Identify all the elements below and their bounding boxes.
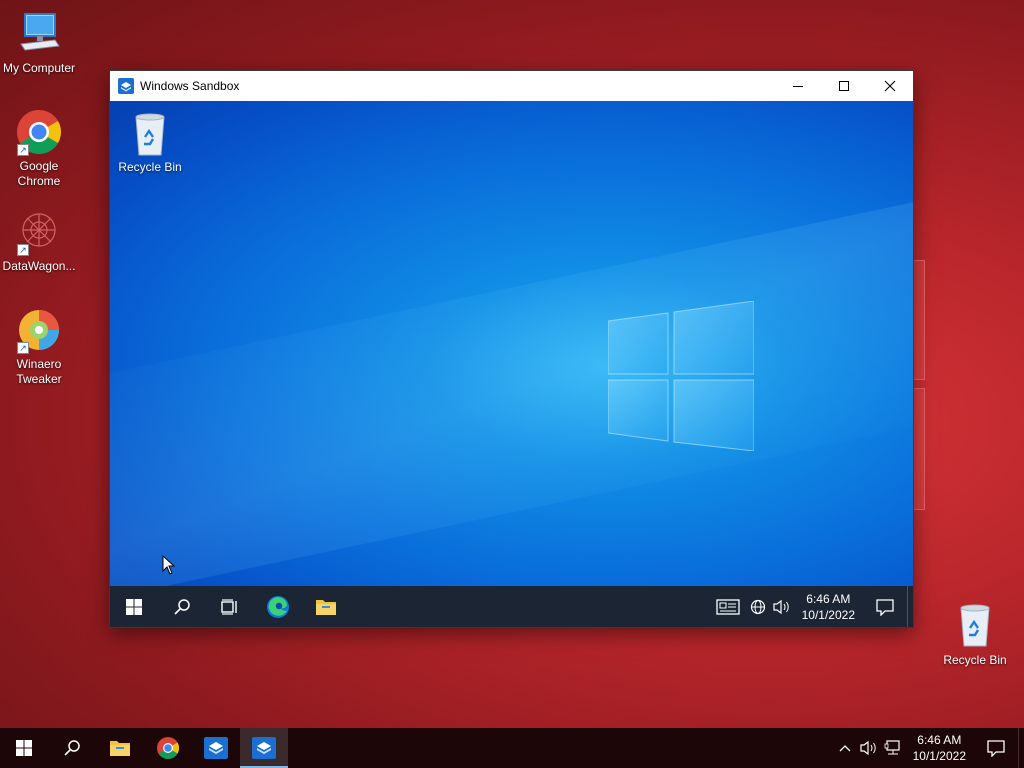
sandbox-icon: [252, 737, 276, 759]
search-icon: [174, 598, 190, 615]
datawagon-icon: ↗: [15, 208, 63, 256]
host-taskbar: 6:46 AM 10/1/2022: [0, 727, 1024, 768]
sandbox-system-tray: 6:46 AM 10/1/2022: [710, 586, 913, 627]
notifications-button[interactable]: [974, 728, 1018, 768]
sandbox-volume-button[interactable]: [770, 586, 794, 627]
winaero-tweaker-icon: ↗: [15, 306, 63, 354]
sandbox-taskbar: 6:46 AM 10/1/2022: [110, 586, 913, 627]
window-glow-panel: [913, 388, 925, 510]
start-icon: [126, 598, 142, 615]
volume-icon: [860, 740, 876, 756]
chrome-button[interactable]: [144, 728, 192, 768]
sandbox-file-explorer-button[interactable]: [302, 586, 350, 627]
sandbox-edge-button[interactable]: [254, 586, 302, 627]
sandbox-task-view-button[interactable]: [206, 586, 254, 627]
sandbox-news-button[interactable]: [710, 586, 746, 627]
sandbox-pinned-button[interactable]: [192, 728, 240, 768]
show-hidden-icons-button[interactable]: [833, 728, 857, 768]
wallpaper-light-beam: [110, 189, 913, 586]
sandbox-app-icon: [118, 78, 134, 94]
chevron-up-icon: [839, 745, 851, 752]
sandbox-desktop-icon-recycle-bin[interactable]: Recycle Bin: [115, 111, 185, 174]
recycle-bin-icon: [135, 113, 165, 156]
clock-date: 10/1/2022: [801, 607, 855, 622]
clock-time: 6:46 AM: [806, 591, 851, 606]
sandbox-show-desktop-button[interactable]: [907, 586, 913, 627]
desktop-icon-datawagon[interactable]: ↗ DataWagon...: [0, 208, 78, 274]
desktop-icon-label: Recycle Bin: [943, 653, 1007, 667]
notification-icon: [876, 598, 894, 616]
sandbox-network-button[interactable]: [746, 586, 770, 627]
volume-button[interactable]: [857, 728, 881, 768]
computer-icon: [15, 10, 63, 58]
sandbox-running-button[interactable]: [240, 728, 288, 768]
notification-icon: [987, 740, 1005, 757]
clock-date: 10/1/2022: [912, 749, 966, 763]
shortcut-arrow-icon: ↗: [17, 342, 29, 354]
edge-icon: [267, 595, 289, 618]
recycle-bin-icon: [951, 602, 999, 650]
mouse-cursor-icon: [162, 555, 176, 575]
desktop-icon-label: My Computer: [2, 61, 76, 75]
network-button[interactable]: [881, 728, 905, 768]
chrome-icon: ↗: [15, 108, 63, 156]
windows-logo-wallpaper: [608, 301, 754, 451]
close-button[interactable]: [867, 71, 913, 101]
show-desktop-button[interactable]: [1018, 727, 1024, 768]
sandbox-notifications-button[interactable]: [863, 586, 907, 627]
close-icon: [884, 80, 896, 92]
task-view-icon: [221, 598, 237, 615]
shortcut-arrow-icon: ↗: [17, 144, 29, 156]
news-icon: [715, 598, 740, 615]
sandbox-desktop[interactable]: Recycle Bin: [110, 101, 913, 586]
sandbox-icon: [204, 737, 228, 759]
network-icon: [750, 599, 765, 614]
file-explorer-icon: [316, 599, 336, 615]
start-icon: [16, 740, 32, 756]
host-system-tray: 6:46 AM 10/1/2022: [833, 727, 1024, 768]
maximize-icon: [839, 81, 849, 91]
minimize-icon: [793, 86, 803, 87]
desktop-icon-google-chrome[interactable]: ↗ Google Chrome: [0, 108, 78, 189]
clock-time: 6:46 AM: [917, 733, 962, 747]
file-explorer-icon: [110, 741, 130, 756]
sandbox-start-button[interactable]: [110, 586, 158, 627]
file-explorer-button[interactable]: [96, 728, 144, 768]
desktop-icon-recycle-bin[interactable]: Recycle Bin: [936, 602, 1014, 668]
search-button[interactable]: [48, 728, 96, 768]
sandbox-clock[interactable]: 6:46 AM 10/1/2022: [794, 591, 863, 623]
desktop-icon-label: DataWagon...: [2, 259, 76, 273]
desktop-icon-my-computer[interactable]: My Computer: [0, 10, 78, 76]
shortcut-arrow-icon: ↗: [17, 244, 29, 256]
sandbox-window[interactable]: Windows Sandbox Recycle Bin 6:46 AM 10/1…: [110, 71, 913, 627]
volume-icon: [773, 599, 789, 614]
sandbox-search-button[interactable]: [158, 586, 206, 627]
window-glow-panel: [913, 260, 925, 380]
window-title: Windows Sandbox: [140, 79, 240, 93]
desktop-icon-label: Google Chrome: [17, 159, 61, 188]
chrome-icon: [157, 737, 179, 759]
desktop-icon-label: Recycle Bin: [118, 160, 182, 174]
minimize-button[interactable]: [775, 71, 821, 101]
desktop-icon-winaero-tweaker[interactable]: ↗ Winaero Tweaker: [0, 306, 78, 387]
start-button[interactable]: [0, 728, 48, 768]
window-titlebar[interactable]: Windows Sandbox: [110, 71, 913, 101]
desktop-icon-label: Winaero Tweaker: [16, 357, 62, 386]
ethernet-icon: [884, 740, 900, 755]
host-clock[interactable]: 6:46 AM 10/1/2022: [905, 732, 974, 764]
search-icon: [64, 740, 80, 756]
maximize-button[interactable]: [821, 71, 867, 101]
